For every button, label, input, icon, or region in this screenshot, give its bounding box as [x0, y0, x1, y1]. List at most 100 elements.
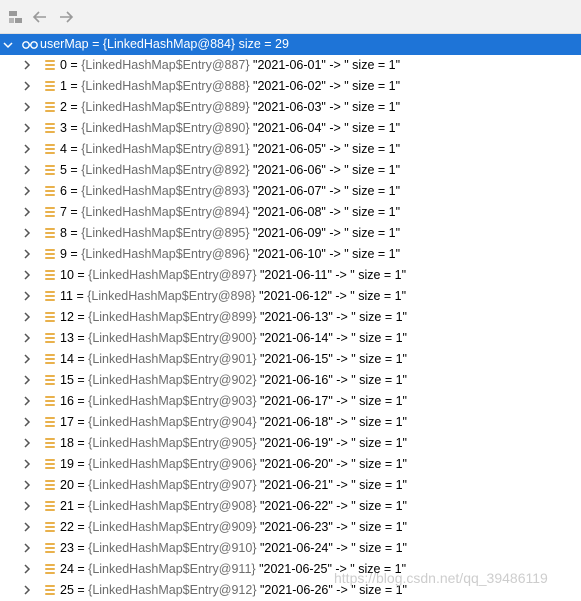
entry-ref: {LinkedHashMap$Entry@894}	[81, 205, 250, 219]
entry-ref: {LinkedHashMap$Entry@887}	[81, 58, 250, 72]
entry-index: 6	[60, 184, 67, 198]
map-entry-row[interactable]: 20 = {LinkedHashMap$Entry@907} "2021-06-…	[0, 475, 581, 496]
field-icon	[45, 522, 55, 533]
chevron-right-icon[interactable]	[22, 375, 32, 385]
chevron-right-icon[interactable]	[22, 501, 32, 511]
entry-index: 24	[60, 562, 74, 576]
layout-icon[interactable]	[8, 9, 24, 25]
map-entry-row[interactable]: 14 = {LinkedHashMap$Entry@901} "2021-06-…	[0, 349, 581, 370]
map-entry-row[interactable]: 21 = {LinkedHashMap$Entry@908} "2021-06-…	[0, 496, 581, 517]
entry-text: 14 = {LinkedHashMap$Entry@901} "2021-06-…	[60, 352, 407, 366]
chevron-right-icon[interactable]	[22, 480, 32, 490]
entry-text: 23 = {LinkedHashMap$Entry@910} "2021-06-…	[60, 541, 407, 555]
chevron-right-icon[interactable]	[22, 81, 32, 91]
entry-ref: {LinkedHashMap$Entry@903}	[88, 394, 257, 408]
chevron-right-icon[interactable]	[22, 396, 32, 406]
field-icon	[45, 144, 55, 155]
chevron-right-icon[interactable]	[22, 543, 32, 553]
entry-value: "2021-06-11" -> " size = 1"	[260, 268, 407, 282]
entry-ref: {LinkedHashMap$Entry@910}	[88, 541, 257, 555]
entry-index: 17	[60, 415, 74, 429]
chevron-right-icon[interactable]	[22, 522, 32, 532]
map-entry-row[interactable]: 10 = {LinkedHashMap$Entry@897} "2021-06-…	[0, 265, 581, 286]
chevron-right-icon[interactable]	[22, 123, 32, 133]
map-entry-row[interactable]: 11 = {LinkedHashMap$Entry@898} "2021-06-…	[0, 286, 581, 307]
entry-text: 3 = {LinkedHashMap$Entry@890} "2021-06-0…	[60, 121, 401, 135]
chevron-right-icon[interactable]	[22, 438, 32, 448]
back-arrow-icon[interactable]	[32, 9, 48, 25]
entry-ref: {LinkedHashMap$Entry@911}	[88, 562, 256, 576]
map-entry-row[interactable]: 0 = {LinkedHashMap$Entry@887} "2021-06-0…	[0, 55, 581, 76]
chevron-right-icon[interactable]	[22, 270, 32, 280]
map-entry-row[interactable]: 2 = {LinkedHashMap$Entry@889} "2021-06-0…	[0, 97, 581, 118]
map-entry-row[interactable]: 6 = {LinkedHashMap$Entry@893} "2021-06-0…	[0, 181, 581, 202]
map-entry-row[interactable]: 15 = {LinkedHashMap$Entry@902} "2021-06-…	[0, 370, 581, 391]
field-icon	[45, 459, 55, 470]
field-icon	[45, 480, 55, 491]
entry-index: 15	[60, 373, 74, 387]
chevron-right-icon[interactable]	[22, 102, 32, 112]
entry-index: 1	[60, 79, 67, 93]
entry-ref: {LinkedHashMap$Entry@901}	[88, 352, 257, 366]
map-entry-row[interactable]: 12 = {LinkedHashMap$Entry@899} "2021-06-…	[0, 307, 581, 328]
entry-index: 23	[60, 541, 74, 555]
entry-text: 9 = {LinkedHashMap$Entry@896} "2021-06-1…	[60, 247, 401, 261]
entry-text: 0 = {LinkedHashMap$Entry@887} "2021-06-0…	[60, 58, 401, 72]
forward-arrow-icon[interactable]	[58, 9, 74, 25]
map-entry-row[interactable]: 13 = {LinkedHashMap$Entry@900} "2021-06-…	[0, 328, 581, 349]
chevron-right-icon[interactable]	[22, 165, 32, 175]
chevron-right-icon[interactable]	[22, 312, 32, 322]
chevron-right-icon[interactable]	[22, 417, 32, 427]
entry-text: 17 = {LinkedHashMap$Entry@904} "2021-06-…	[60, 415, 407, 429]
entry-value: "2021-06-05" -> " size = 1"	[253, 142, 401, 156]
entry-text: 2 = {LinkedHashMap$Entry@889} "2021-06-0…	[60, 100, 401, 114]
entry-value: "2021-06-01" -> " size = 1"	[253, 58, 401, 72]
debugger-toolbar	[0, 0, 581, 34]
map-entry-row[interactable]: 4 = {LinkedHashMap$Entry@891} "2021-06-0…	[0, 139, 581, 160]
entry-text: 22 = {LinkedHashMap$Entry@909} "2021-06-…	[60, 520, 407, 534]
entry-value: "2021-06-12" -> " size = 1"	[259, 289, 407, 303]
chevron-right-icon[interactable]	[22, 459, 32, 469]
chevron-right-icon[interactable]	[22, 60, 32, 70]
entry-index: 16	[60, 394, 74, 408]
entry-value: "2021-06-09" -> " size = 1"	[253, 226, 401, 240]
chevron-right-icon[interactable]	[22, 291, 32, 301]
entry-value: "2021-06-20" -> " size = 1"	[260, 457, 407, 471]
chevron-right-icon[interactable]	[22, 186, 32, 196]
map-entry-row[interactable]: 9 = {LinkedHashMap$Entry@896} "2021-06-1…	[0, 244, 581, 265]
map-entry-row[interactable]: 1 = {LinkedHashMap$Entry@888} "2021-06-0…	[0, 76, 581, 97]
chevron-right-icon[interactable]	[22, 564, 32, 574]
field-icon	[45, 564, 55, 575]
chevron-right-icon[interactable]	[22, 585, 32, 595]
map-entry-row[interactable]: 5 = {LinkedHashMap$Entry@892} "2021-06-0…	[0, 160, 581, 181]
variable-usermap-row[interactable]: userMap = {LinkedHashMap@884} size = 29	[0, 34, 581, 55]
map-entry-row[interactable]: 16 = {LinkedHashMap$Entry@903} "2021-06-…	[0, 391, 581, 412]
entry-index: 2	[60, 100, 67, 114]
map-entry-row[interactable]: 3 = {LinkedHashMap$Entry@890} "2021-06-0…	[0, 118, 581, 139]
entry-index: 21	[60, 499, 74, 513]
entry-ref: {LinkedHashMap$Entry@906}	[88, 457, 257, 471]
entry-value: "2021-06-06" -> " size = 1"	[253, 163, 401, 177]
chevron-down-icon[interactable]	[3, 40, 13, 50]
chevron-right-icon[interactable]	[22, 144, 32, 154]
map-entry-row[interactable]: 8 = {LinkedHashMap$Entry@895} "2021-06-0…	[0, 223, 581, 244]
chevron-right-icon[interactable]	[22, 249, 32, 259]
map-entry-row[interactable]: 19 = {LinkedHashMap$Entry@906} "2021-06-…	[0, 454, 581, 475]
map-entry-row[interactable]: 23 = {LinkedHashMap$Entry@910} "2021-06-…	[0, 538, 581, 559]
field-icon	[45, 312, 55, 323]
field-icon	[45, 333, 55, 344]
chevron-right-icon[interactable]	[22, 207, 32, 217]
entry-ref: {LinkedHashMap$Entry@907}	[88, 478, 257, 492]
map-entry-row[interactable]: 7 = {LinkedHashMap$Entry@894} "2021-06-0…	[0, 202, 581, 223]
entry-ref: {LinkedHashMap$Entry@891}	[81, 142, 250, 156]
map-entry-row[interactable]: 17 = {LinkedHashMap$Entry@904} "2021-06-…	[0, 412, 581, 433]
entry-value: "2021-06-19" -> " size = 1"	[260, 436, 407, 450]
entry-text: 4 = {LinkedHashMap$Entry@891} "2021-06-0…	[60, 142, 401, 156]
chevron-right-icon[interactable]	[22, 354, 32, 364]
map-entry-row[interactable]: 18 = {LinkedHashMap$Entry@905} "2021-06-…	[0, 433, 581, 454]
map-entry-row[interactable]: 22 = {LinkedHashMap$Entry@909} "2021-06-…	[0, 517, 581, 538]
chevron-right-icon[interactable]	[22, 333, 32, 343]
entry-index: 3	[60, 121, 67, 135]
chevron-right-icon[interactable]	[22, 228, 32, 238]
entry-value: "2021-06-07" -> " size = 1"	[253, 184, 401, 198]
